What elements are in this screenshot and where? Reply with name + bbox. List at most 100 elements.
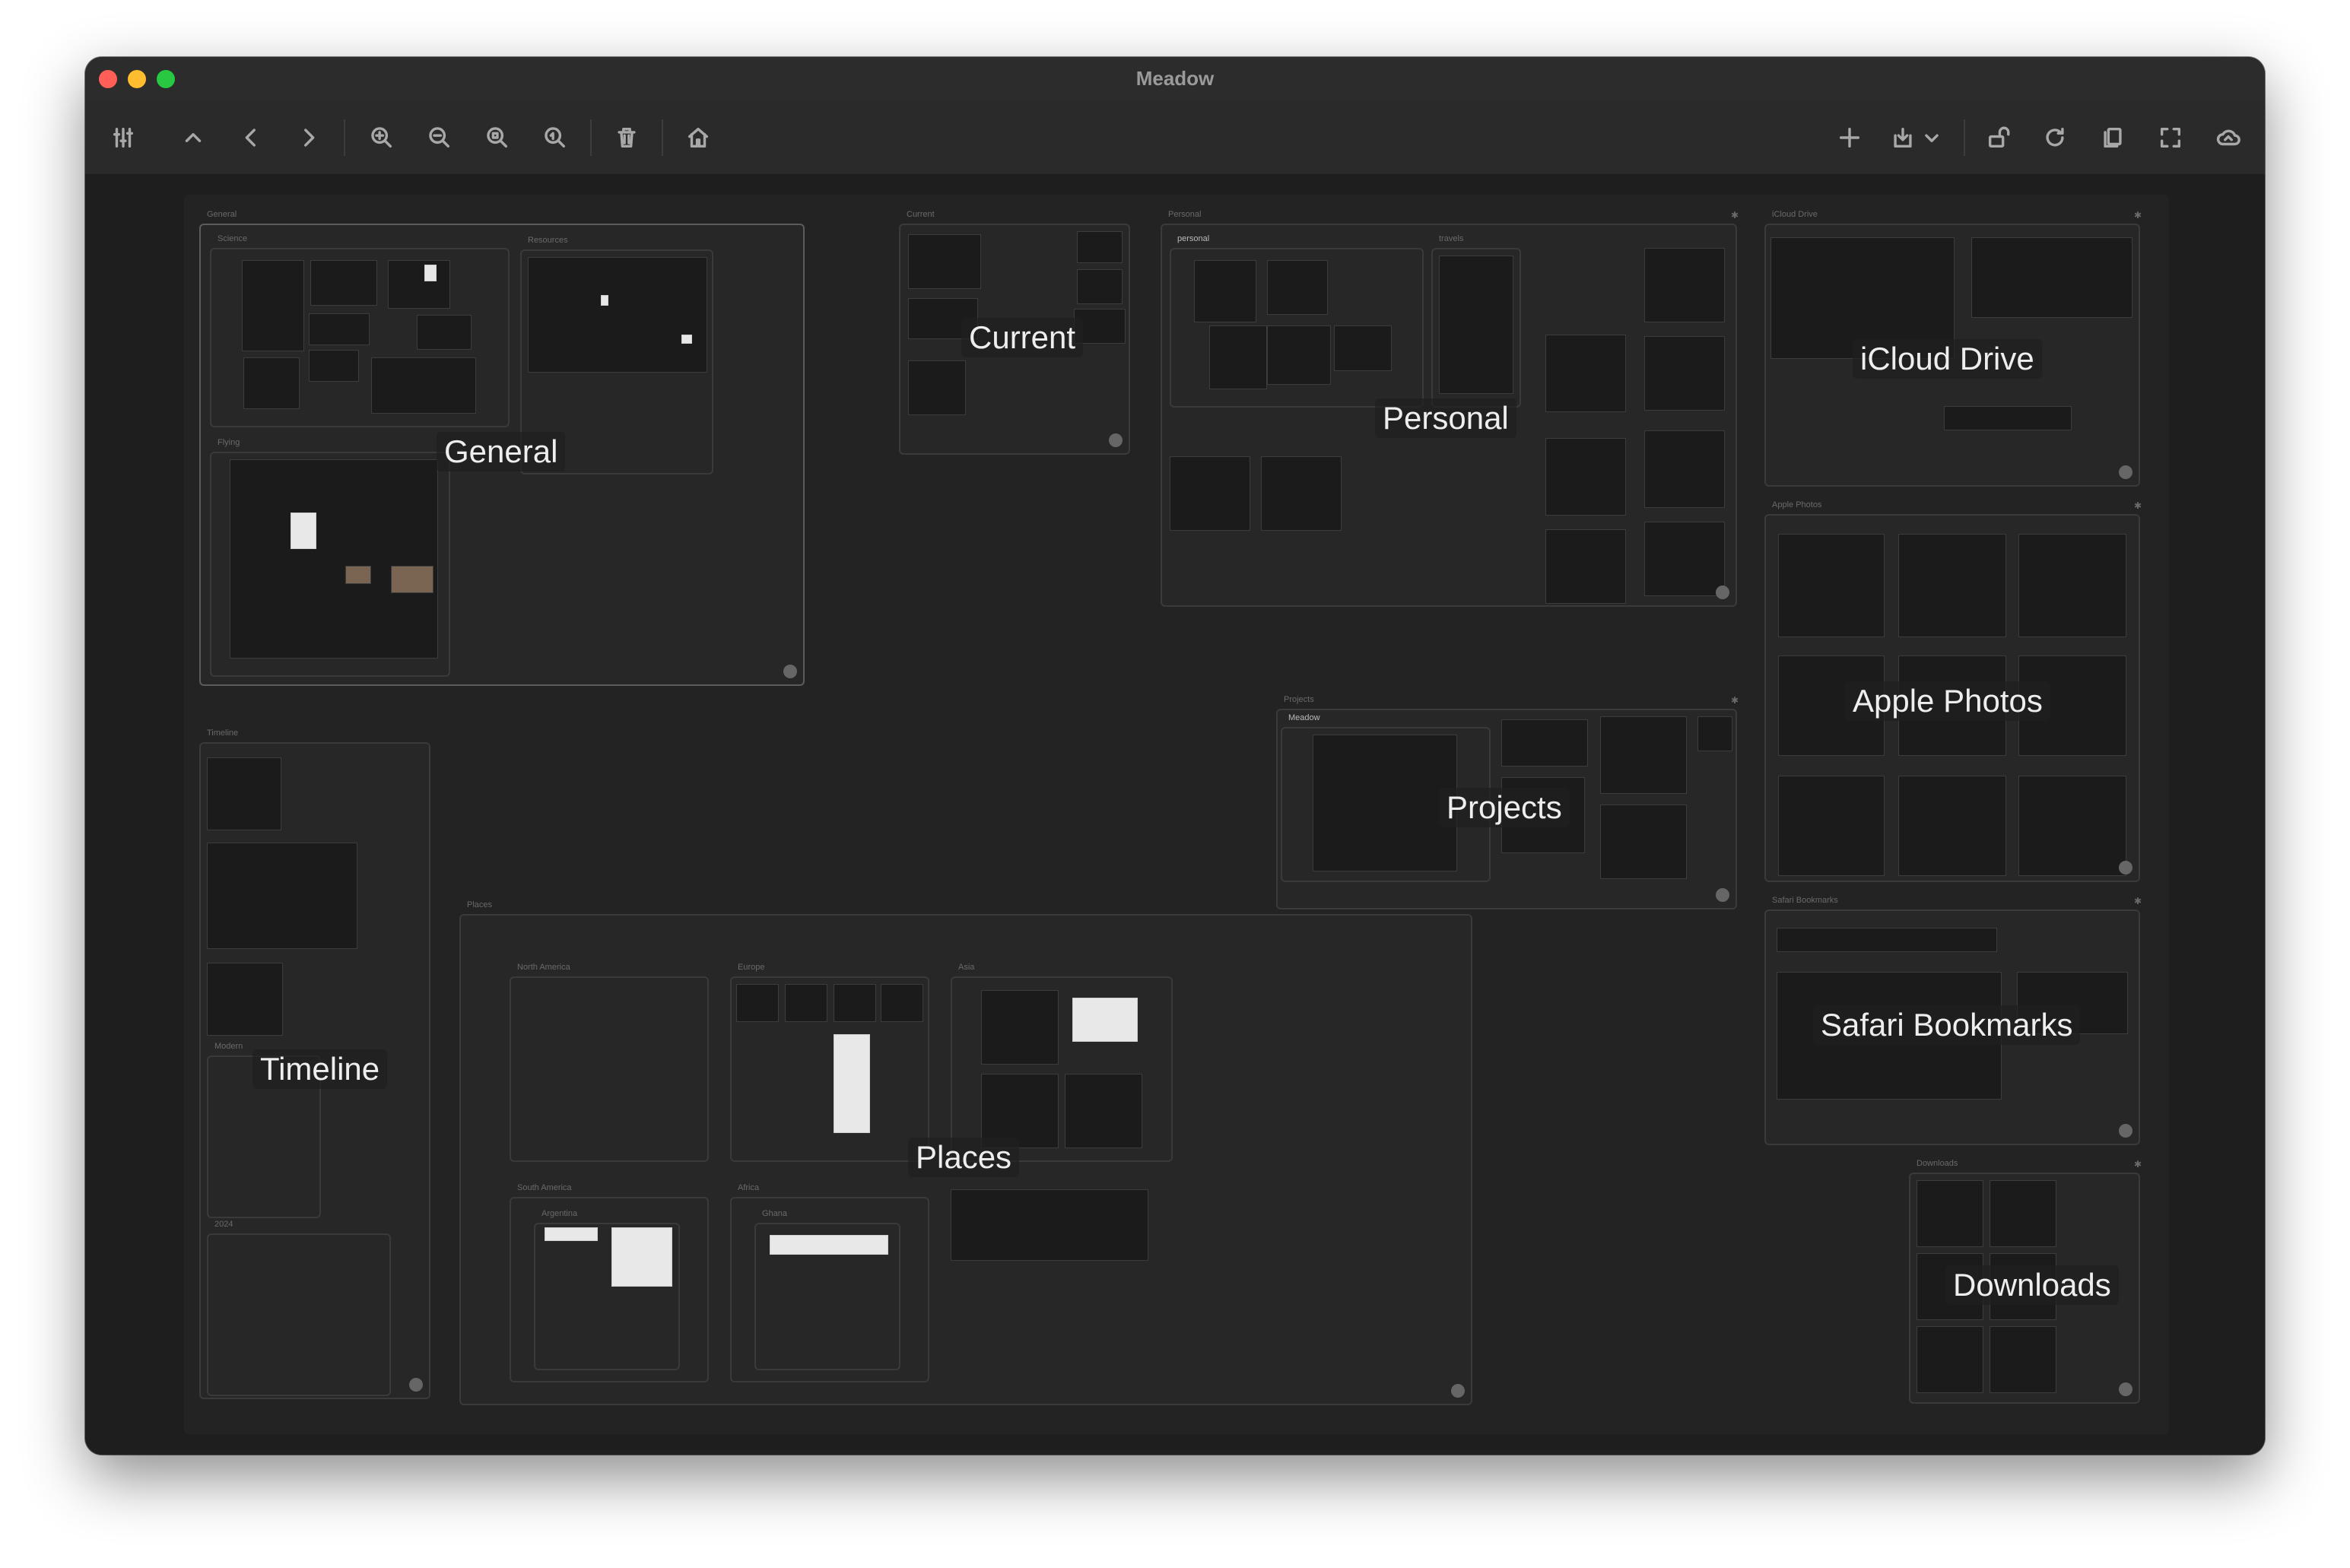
group-personal[interactable]: Personal ✱ personal travels Personal <box>1161 210 1739 607</box>
thumbnail[interactable] <box>1334 325 1392 371</box>
thumbnail[interactable] <box>1170 456 1250 531</box>
thumbnail[interactable] <box>424 265 437 281</box>
pin-icon[interactable]: ✱ <box>2134 500 2142 511</box>
canvas[interactable]: General Science Resources Flying General… <box>85 174 2265 1455</box>
thumbnail[interactable] <box>1267 325 1331 385</box>
thumbnail[interactable] <box>951 1189 1148 1261</box>
thumbnail[interactable] <box>785 984 827 1022</box>
subgroup-travels[interactable]: travels <box>1431 234 1521 408</box>
group-apple-photos[interactable]: Apple Photos ✱ Apple Photos <box>1764 500 2142 882</box>
trash-icon[interactable] <box>611 122 642 153</box>
subgroup-ghana[interactable]: Ghana <box>754 1209 900 1370</box>
thumbnail[interactable] <box>417 315 472 350</box>
thumbnail[interactable] <box>1944 406 2072 430</box>
thumbnail[interactable] <box>207 757 281 830</box>
thumbnail[interactable] <box>345 566 371 584</box>
resize-handle[interactable] <box>1451 1384 1465 1398</box>
plus-icon[interactable] <box>1834 122 1865 153</box>
thumbnail[interactable] <box>1917 1180 1983 1247</box>
thumbnail[interactable] <box>207 963 283 1036</box>
group-timeline[interactable]: Timeline Modern 2024 Timeline <box>199 728 430 1399</box>
chevron-right-icon[interactable] <box>294 122 324 153</box>
resize-handle[interactable] <box>409 1378 423 1392</box>
thumbnail[interactable] <box>736 984 779 1022</box>
thumbnail[interactable] <box>388 260 450 309</box>
chevron-left-icon[interactable] <box>236 122 266 153</box>
thumbnail[interactable] <box>1209 325 1267 389</box>
subgroup-personal[interactable]: personal <box>1170 234 1424 408</box>
thumbnail[interactable] <box>391 566 433 593</box>
thumbnail[interactable] <box>1545 529 1626 604</box>
thumbnail[interactable] <box>1917 1326 1983 1393</box>
refresh-icon[interactable] <box>2040 122 2070 153</box>
zoom-out-icon[interactable] <box>424 122 455 153</box>
thumbnail[interactable] <box>611 1227 672 1287</box>
thumbnail[interactable] <box>1545 438 1626 516</box>
thumbnail[interactable] <box>1072 998 1138 1042</box>
thumbnail[interactable] <box>309 350 359 382</box>
thumbnail[interactable] <box>1644 430 1725 508</box>
thumbnail[interactable] <box>908 360 966 415</box>
thumbnail[interactable] <box>1545 335 1626 412</box>
thumbnail[interactable] <box>1439 256 1513 394</box>
resize-handle[interactable] <box>1716 888 1729 902</box>
resize-handle[interactable] <box>1716 586 1729 599</box>
thumbnail[interactable] <box>681 335 692 344</box>
unlock-icon[interactable] <box>1983 122 2014 153</box>
thumbnail[interactable] <box>1077 231 1123 263</box>
thumbnail[interactable] <box>1697 716 1732 751</box>
thumbnail[interactable] <box>1777 928 1997 952</box>
thumbnail[interactable] <box>770 1235 888 1255</box>
thumbnail[interactable] <box>2018 776 2126 876</box>
zoom-actual-icon[interactable] <box>540 122 570 153</box>
thumbnail[interactable] <box>1065 1074 1142 1148</box>
thumbnail[interactable] <box>1313 735 1457 871</box>
group-safari-bookmarks[interactable]: Safari Bookmarks ✱ Safari Bookmarks <box>1764 896 2142 1145</box>
group-current[interactable]: Current Current <box>899 210 1130 455</box>
subgroup-2024[interactable]: 2024 <box>207 1220 391 1396</box>
subgroup-north-america[interactable]: North America <box>510 963 709 1162</box>
thumbnail[interactable] <box>230 459 438 659</box>
thumbnail[interactable] <box>1778 534 1885 637</box>
pin-icon[interactable]: ✱ <box>2134 210 2142 221</box>
subgroup-asia[interactable]: Asia <box>951 963 1173 1162</box>
zoom-fit-icon[interactable] <box>482 122 513 153</box>
thumbnail[interactable] <box>1644 336 1725 411</box>
thumbnail[interactable] <box>2018 534 2126 637</box>
thumbnail[interactable] <box>834 984 876 1022</box>
resize-handle[interactable] <box>783 665 797 678</box>
subgroup-europe[interactable]: Europe <box>730 963 929 1162</box>
resize-handle[interactable] <box>2119 465 2132 479</box>
group-general[interactable]: General Science Resources Flying General <box>199 210 805 686</box>
group-downloads[interactable]: Downloads ✱ Downloads <box>1909 1159 2142 1404</box>
thumbnail[interactable] <box>881 984 923 1022</box>
pin-icon[interactable]: ✱ <box>1731 695 1739 706</box>
thumbnail[interactable] <box>243 357 300 409</box>
import-icon[interactable] <box>1888 122 1918 153</box>
thumbnail[interactable] <box>1778 776 1885 876</box>
thumbnail[interactable] <box>1644 522 1725 596</box>
zoom-in-icon[interactable] <box>367 122 397 153</box>
home-icon[interactable] <box>683 122 713 153</box>
thumbnail[interactable] <box>908 234 981 289</box>
resize-handle[interactable] <box>2119 1124 2132 1138</box>
thumbnail[interactable] <box>1501 719 1588 767</box>
group-places[interactable]: Places North America Europe Asia South A… <box>459 900 1472 1405</box>
thumbnail[interactable] <box>601 295 608 306</box>
chevron-up-icon[interactable] <box>178 122 208 153</box>
fullscreen-icon[interactable] <box>2155 122 2186 153</box>
thumbnail[interactable] <box>981 990 1059 1065</box>
thumbnail[interactable] <box>1990 1180 2056 1247</box>
subgroup-south-america[interactable]: South America Argentina <box>510 1183 709 1382</box>
pin-icon[interactable]: ✱ <box>1731 210 1739 221</box>
thumbnail[interactable] <box>1898 776 2006 876</box>
thumbnail[interactable] <box>834 1034 870 1133</box>
resize-handle[interactable] <box>1109 433 1123 447</box>
group-icloud-drive[interactable]: iCloud Drive ✱ iCloud Drive <box>1764 210 2142 487</box>
thumbnail[interactable] <box>528 257 707 373</box>
thumbnail[interactable] <box>1261 456 1342 531</box>
subgroup-africa[interactable]: Africa Ghana <box>730 1183 929 1382</box>
sliders-icon[interactable] <box>108 122 138 153</box>
thumbnail[interactable] <box>1600 716 1687 794</box>
thumbnail[interactable] <box>371 357 476 414</box>
